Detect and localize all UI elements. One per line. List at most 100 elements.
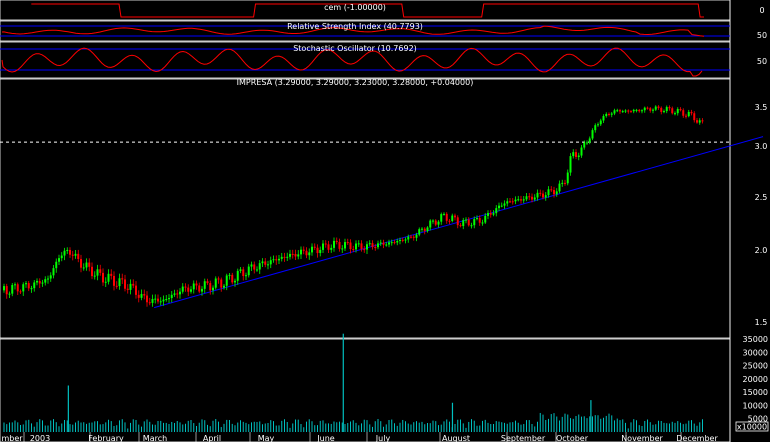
candle-body <box>184 286 187 288</box>
candle-body <box>484 215 487 223</box>
candle-body <box>77 253 80 259</box>
candle-body <box>550 189 553 191</box>
candle-body <box>525 196 528 200</box>
volume-tick-label: 15000 <box>743 388 768 397</box>
candle-body <box>135 285 137 295</box>
candle-body <box>267 264 269 266</box>
candle-body <box>434 220 437 225</box>
candle-body <box>256 269 258 271</box>
candle-body <box>148 302 151 304</box>
candle-body <box>649 108 652 111</box>
x-tick-label: October <box>556 434 589 442</box>
candle-body <box>429 220 432 228</box>
candle-body <box>575 152 577 157</box>
candle-body <box>418 229 421 235</box>
candle-body <box>451 215 454 221</box>
candle-body <box>324 243 327 245</box>
candle-body <box>187 287 190 292</box>
candle-body <box>679 109 682 111</box>
candle-body <box>58 258 60 262</box>
candle-body <box>93 275 96 277</box>
candle-body <box>547 189 550 196</box>
candle-body <box>234 280 236 283</box>
candle-body <box>698 120 701 123</box>
rsi-tick-label: 50 <box>757 31 767 40</box>
candle-body <box>355 243 357 250</box>
candle-body <box>657 106 660 108</box>
stochastic-title: Stochastic Oscillator (10.7692) <box>293 44 417 53</box>
candle-body <box>368 243 371 245</box>
candle-body <box>146 295 148 303</box>
candle-body <box>423 228 426 232</box>
candle-body <box>280 256 283 259</box>
candle-body <box>509 201 511 203</box>
candle-body <box>481 222 484 224</box>
candle-body <box>641 110 643 112</box>
candle-body <box>60 255 63 259</box>
candle-body <box>16 284 19 292</box>
candle-body <box>377 243 379 248</box>
x-tick-label: 2003 <box>30 434 50 442</box>
candle-body <box>363 249 366 251</box>
candle-body <box>652 109 654 111</box>
candle-body <box>223 285 225 288</box>
candle-body <box>239 269 242 271</box>
candle-body <box>583 142 586 148</box>
candle-body <box>253 264 256 270</box>
candle-body <box>597 124 599 126</box>
candle-body <box>118 278 121 287</box>
candle-body <box>671 108 674 114</box>
candle-body <box>602 116 605 121</box>
candle-body <box>88 262 91 267</box>
panel-border <box>0 78 731 339</box>
candle-body <box>404 239 407 241</box>
candle-body <box>511 201 514 203</box>
candle-body <box>605 113 608 117</box>
candle-body <box>322 243 324 250</box>
candle-body <box>399 239 401 241</box>
candle-body <box>297 254 300 257</box>
candle-body <box>181 286 184 292</box>
candle-body <box>41 282 44 284</box>
candle-body <box>203 281 206 289</box>
candle-body <box>500 205 503 207</box>
candle-body <box>594 125 597 131</box>
candle-body <box>5 286 8 295</box>
candle-body <box>407 236 410 240</box>
candle-body <box>140 294 143 298</box>
candle-body <box>294 253 297 257</box>
candle-body <box>517 199 520 201</box>
candle-body <box>231 274 234 283</box>
candle-body <box>379 242 382 244</box>
candle-body <box>421 228 423 230</box>
cem-title: cem (-1.00000) <box>324 3 386 12</box>
candle-body <box>412 236 415 238</box>
candle-body <box>393 242 396 244</box>
candle-body <box>99 269 102 273</box>
candle-body <box>52 268 55 276</box>
x-tick-label: February <box>88 434 124 442</box>
candle-body <box>660 107 663 112</box>
candle-body <box>338 242 341 249</box>
candle-body <box>432 220 434 222</box>
candle-body <box>82 267 85 269</box>
candle-body <box>503 203 506 206</box>
candle-body <box>110 273 113 276</box>
candle-body <box>47 278 49 280</box>
candle-body <box>192 283 195 290</box>
candle-body <box>102 272 104 283</box>
candle-body <box>63 250 66 256</box>
x-tick-label: June <box>316 434 335 442</box>
price-panel <box>0 105 764 309</box>
candle-body <box>27 283 30 289</box>
candle-body <box>635 109 638 111</box>
candle-body <box>96 269 99 276</box>
candle-body <box>154 298 157 300</box>
candle-body <box>374 246 377 248</box>
candle-body <box>289 253 291 257</box>
candle-body <box>157 298 159 302</box>
candle-body <box>401 239 404 241</box>
candle-body <box>245 275 247 277</box>
candle-body <box>313 246 316 248</box>
candle-body <box>19 291 22 293</box>
